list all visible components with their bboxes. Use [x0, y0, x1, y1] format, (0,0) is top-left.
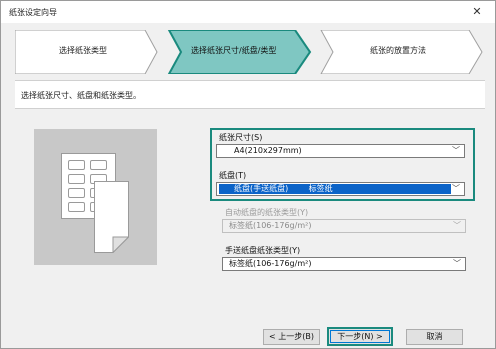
instruction-text: 选择纸张尺寸、纸盘和纸张类型。	[21, 91, 141, 100]
cancel-button[interactable]: 取消	[406, 329, 463, 345]
paper-size-select[interactable]: A4(210x297mm) ﹀	[216, 144, 465, 158]
wizard-step-bar: 选择纸张类型 选择纸张尺寸/纸盘/类型 纸张的放置方法	[15, 30, 483, 74]
chevron-down-icon: ﹀	[453, 259, 461, 268]
label-cell	[68, 188, 85, 198]
next-button[interactable]: 下一步(N) >	[327, 327, 393, 346]
manual-tray-type-select[interactable]: 标签纸(106-176g/m²) ﹀	[222, 257, 466, 271]
step-3-label: 纸张的放置方法	[370, 46, 426, 55]
label-cell	[90, 160, 107, 170]
auto-tray-type-select: 标签纸(106-176g/m²) ﹀	[222, 219, 466, 233]
window-title: 纸张设定向导	[9, 8, 57, 17]
paper-setup-wizard-window: 纸张设定向导 ✕ 选择纸张类型 选择纸张尺寸/纸盘/类型 纸张的放置方法 选择纸…	[0, 0, 496, 349]
next-button-label: 下一步(N) >	[337, 332, 383, 341]
title-bar: 纸张设定向导 ✕	[1, 1, 495, 23]
instruction-panel: 选择纸张尺寸、纸盘和纸张类型。	[15, 80, 485, 109]
auto-tray-type-value: 标签纸(106-176g/m²)	[229, 221, 312, 230]
paper-size-value: A4(210x297mm)	[234, 146, 302, 155]
chevron-down-icon: ﹀	[452, 184, 460, 193]
chevron-down-icon: ﹀	[453, 221, 461, 230]
manual-tray-type-value: 标签纸(106-176g/m²)	[229, 259, 312, 268]
chevron-down-icon: ﹀	[452, 146, 460, 155]
close-icon[interactable]: ✕	[465, 2, 489, 22]
paper-size-label: 纸张尺寸(S)	[219, 133, 263, 142]
label-cell	[68, 160, 85, 170]
paper-preview	[34, 129, 157, 265]
step-1-label: 选择纸张类型	[59, 46, 107, 55]
manual-tray-type-label: 手送纸盘纸张类型(Y)	[225, 246, 301, 255]
tray-select[interactable]: 纸盘(手送纸盘) 标签纸 ﹀	[216, 182, 465, 196]
step-2-label: 选择纸张尺寸/纸盘/类型	[191, 46, 277, 55]
label-cell	[68, 174, 85, 184]
tray-label: 纸盘(T)	[219, 171, 247, 180]
auto-tray-type-label: 自动纸盘的纸张类型(Y)	[225, 208, 309, 217]
back-button[interactable]: < 上一步(B)	[263, 329, 320, 345]
tray-value: 纸盘(手送纸盘) 标签纸	[234, 184, 333, 193]
label-cell	[68, 202, 85, 212]
peeled-sheet-icon	[94, 181, 129, 253]
